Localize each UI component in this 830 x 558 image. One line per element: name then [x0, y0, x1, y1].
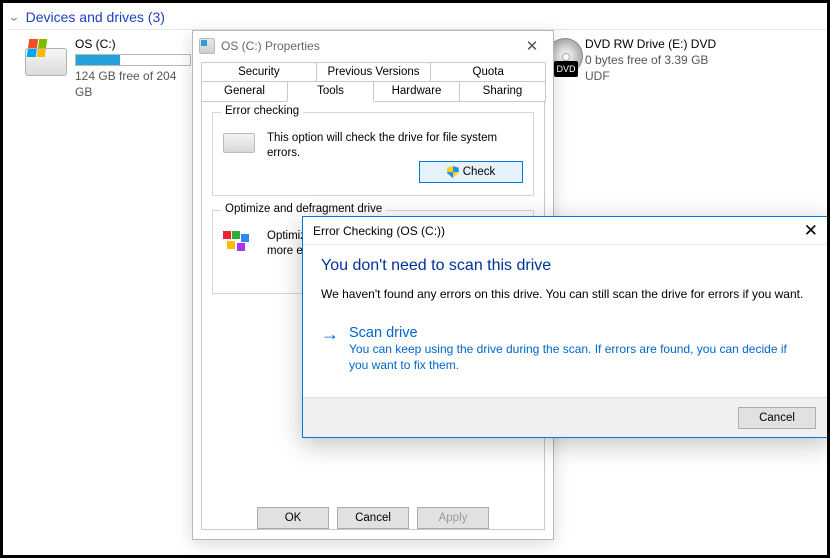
scan-drive-title: Scan drive	[349, 325, 809, 341]
arrow-right-icon: →	[321, 325, 339, 343]
hard-drive-small-icon	[223, 133, 257, 159]
error-dialog-footer: Cancel	[303, 397, 828, 437]
close-icon[interactable]: ✕	[788, 221, 818, 241]
cancel-button[interactable]: Cancel	[738, 407, 816, 429]
error-checking-dialog: Error Checking (OS (C:)) ✕ You don't nee…	[302, 216, 829, 438]
properties-footer: OK Cancel Apply	[193, 497, 553, 539]
cancel-button[interactable]: Cancel	[337, 507, 409, 529]
tab-previous-versions[interactable]: Previous Versions	[316, 62, 432, 82]
error-dialog-headline: You don't need to scan this drive	[321, 257, 810, 275]
ok-button[interactable]: OK	[257, 507, 329, 529]
properties-titlebar[interactable]: OS (C:) Properties ✕	[193, 31, 553, 60]
tab-quota[interactable]: Quota	[430, 62, 546, 82]
drive-name: DVD RW Drive (E:) DVD	[585, 36, 716, 52]
defrag-icon	[223, 231, 257, 257]
error-dialog-title: Error Checking (OS (C:))	[313, 224, 445, 238]
drive-filesystem: UDF	[585, 68, 716, 84]
hard-drive-icon	[25, 38, 67, 78]
storage-bar	[75, 54, 191, 66]
drive-free-text: 124 GB free of 204 GB	[75, 68, 193, 100]
tab-general[interactable]: General	[201, 82, 288, 102]
devices-and-drives-header[interactable]: ⌄ Devices and drives (3)	[8, 9, 165, 26]
tab-sharing[interactable]: Sharing	[459, 82, 546, 102]
tab-hardware[interactable]: Hardware	[373, 82, 460, 102]
drive-os-c[interactable]: OS (C:) 124 GB free of 204 GB	[25, 36, 193, 100]
drive-name: OS (C:)	[75, 36, 193, 52]
error-dialog-message: We haven't found any errors on this driv…	[321, 287, 810, 301]
check-button-label: Check	[463, 166, 496, 178]
tab-tools[interactable]: Tools	[287, 82, 374, 102]
chevron-down-icon: ⌄	[8, 12, 20, 24]
check-button[interactable]: Check	[419, 161, 523, 183]
error-check-text: This option will check the drive for fil…	[267, 131, 523, 161]
properties-title: OS (C:) Properties	[221, 39, 320, 53]
shield-icon	[447, 166, 459, 178]
drive-dvd-e[interactable]: DVD RW Drive (E:) DVD 0 bytes free of 3.…	[585, 36, 830, 84]
apply-button[interactable]: Apply	[417, 507, 489, 529]
scan-drive-action[interactable]: → Scan drive You can keep using the driv…	[321, 321, 810, 377]
devices-header-text: Devices and drives (3)	[26, 9, 165, 25]
drive-free-text: 0 bytes free of 3.39 GB	[585, 52, 716, 68]
dvd-badge: DVD	[554, 61, 578, 77]
scan-drive-desc: You can keep using the drive during the …	[349, 341, 809, 373]
group-error-checking: Error checking This option will check th…	[212, 112, 534, 196]
group-legend: Error checking	[221, 105, 303, 117]
tab-security[interactable]: Security	[201, 62, 317, 82]
close-icon[interactable]: ✕	[517, 37, 547, 55]
group-legend: Optimize and defragment drive	[221, 203, 386, 215]
drive-mini-icon	[199, 38, 215, 54]
error-dialog-titlebar[interactable]: Error Checking (OS (C:)) ✕	[303, 217, 828, 245]
